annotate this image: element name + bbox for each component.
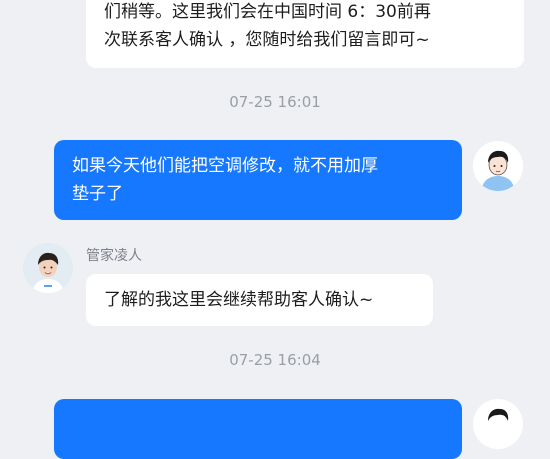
incoming-message-bubble[interactable]: 了解的我这里会继续帮助客人确认~ [86, 274, 433, 326]
message-text-line: 次联系客人确认 ，您随时给我们留言即可~ [104, 30, 430, 50]
outgoing-message-bubble[interactable]: 如果今天他们能把空调修改，就不用加厚 垫子了 [54, 140, 462, 220]
message-text-line: 如果今天他们能把空调修改，就不用加厚 [72, 156, 378, 176]
agent-avatar-icon[interactable] [23, 243, 73, 293]
outgoing-message-bubble[interactable] [54, 399, 462, 459]
incoming-message-bubble[interactable]: 们稍等。这里我们会在中国时间 6：30前再 次联系客人确认 ，您随时给我们留言即… [86, 0, 524, 68]
sender-name: 管家凌人 [86, 248, 142, 264]
message-timestamp: 07-25 16:04 [229, 351, 321, 369]
message-timestamp: 07-25 16:01 [229, 93, 321, 111]
user-avatar-icon[interactable] [473, 141, 523, 191]
message-text-line: 们稍等。这里我们会在中国时间 6：30前再 [104, 2, 431, 22]
message-text-line: 了解的我这里会继续帮助客人确认~ [104, 290, 374, 310]
user-avatar-icon[interactable] [473, 399, 523, 449]
message-text-line: 垫子了 [72, 184, 123, 204]
